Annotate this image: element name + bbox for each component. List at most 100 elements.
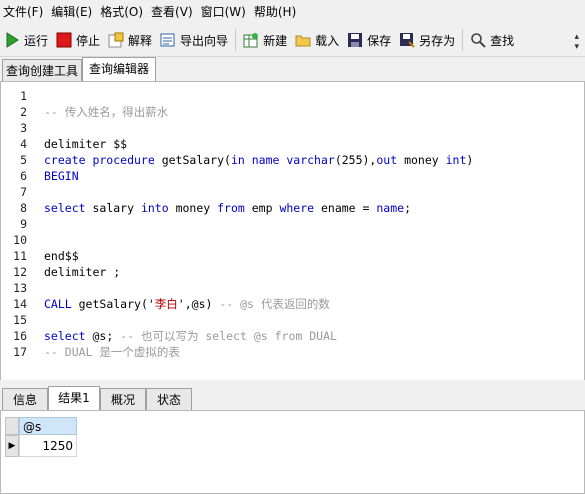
export-wizard-label: 导出向导 [180, 33, 229, 48]
code-text: emp [244, 201, 280, 215]
code-line: CALL getSalary('李白',@s) -- @s 代表返回的数 [44, 296, 473, 312]
line-number: 15 [13, 313, 27, 327]
play-icon [4, 32, 20, 48]
code-text: end$$ [44, 249, 79, 263]
line-number: 4 [20, 137, 27, 151]
line-number: 3 [20, 121, 27, 135]
code-line: BEGIN [44, 168, 473, 184]
keyword: select [44, 201, 86, 215]
result-grid[interactable]: @s ▶ 1250 [0, 410, 585, 494]
tab-status[interactable]: 状态 [146, 388, 192, 411]
tab-info[interactable]: 信息 [2, 388, 48, 411]
code-text: money [397, 153, 446, 167]
folder-icon [295, 32, 311, 48]
code-line: select @s; -- 也可以写为 select @s from DUAL [44, 328, 473, 344]
menu-help[interactable]: 帮助(H) [251, 0, 301, 24]
toolbar-overflow-chevron-icon[interactable]: ▴ ▾ [574, 32, 579, 52]
keyword: into [140, 201, 169, 215]
line-number: 8 [20, 201, 27, 215]
code-text: money [168, 201, 218, 215]
save-as-label: 另存为 [419, 33, 456, 48]
save-button[interactable]: 保存 [343, 26, 395, 54]
code-text: getSalary(' [71, 297, 155, 311]
line-number: 16 [13, 329, 27, 343]
code-line: end$$ [44, 248, 473, 264]
export-icon [160, 32, 176, 48]
export-wizard-button[interactable]: 导出向导 [156, 26, 232, 54]
run-button[interactable]: 运行 [0, 26, 52, 54]
line-number: 6 [20, 169, 27, 183]
new-table-icon [243, 32, 259, 48]
keyword: int [445, 153, 467, 167]
line-number: 1 [20, 89, 27, 103]
stop-button[interactable]: 停止 [52, 26, 104, 54]
stop-label: 停止 [76, 33, 101, 48]
menu-edit[interactable]: 编辑(E) [48, 0, 97, 24]
menu-view[interactable]: 查看(V) [148, 0, 198, 24]
save-icon [347, 32, 363, 48]
code-text: ename = [314, 201, 377, 215]
line-number: 17 [13, 345, 27, 359]
explain-button[interactable]: 解释 [104, 26, 156, 54]
keyword: create procedure [44, 153, 155, 167]
code-text: delimiter $$ [44, 137, 128, 151]
keyword: in name varchar [230, 153, 335, 167]
result-cell[interactable]: 1250 [19, 435, 77, 457]
keyword: BEGIN [44, 169, 79, 183]
save-label: 保存 [367, 33, 392, 48]
load-button[interactable]: 载入 [291, 26, 343, 54]
save-as-button[interactable]: 另存为 [395, 26, 459, 54]
tab-query-editor[interactable]: 查询编辑器 [82, 57, 156, 82]
code-line: -- DUAL 是一个虚拟的表 [44, 344, 473, 360]
comment-text: -- 也可以写为 select @s from DUAL [120, 329, 337, 343]
grid-corner [5, 417, 19, 435]
menu-format[interactable]: 格式(O) [97, 0, 148, 24]
menu-window[interactable]: 窗口(W) [198, 0, 251, 24]
column-header[interactable]: @s [19, 417, 77, 435]
stop-icon [56, 32, 72, 48]
code-text: getSalary( [154, 153, 231, 167]
code-text: delimiter ; [44, 265, 121, 279]
sql-editor[interactable]: 1 2 3 4 5 6 7 8 9 10 11 12 13 14 15 16 1… [0, 81, 585, 381]
load-label: 载入 [315, 33, 340, 48]
new-label: 新建 [263, 33, 288, 48]
code-line: create procedure getSalary(in name varch… [44, 152, 473, 168]
line-number: 13 [13, 281, 27, 295]
line-number: 2 [20, 105, 27, 119]
keyword: from [217, 201, 245, 215]
explain-label: 解释 [128, 33, 153, 48]
toolbar-separator [235, 29, 237, 51]
code-text: (255), [334, 153, 377, 167]
line-number: 12 [13, 265, 27, 279]
tab-query-builder[interactable]: 查询创建工具 [2, 59, 82, 82]
tab-result1[interactable]: 结果1 [48, 386, 100, 411]
save-as-icon [399, 32, 415, 48]
comment-text: -- 传入姓名，得出薪水 [44, 105, 169, 119]
code-text: @s; [85, 329, 121, 343]
line-number: 7 [20, 185, 27, 199]
toolbar-separator [462, 29, 464, 51]
keyword: CALL [44, 297, 72, 311]
code-line: select salary into money from emp where … [44, 200, 473, 216]
row-indicator[interactable]: ▶ [5, 435, 19, 457]
line-number: 14 [13, 297, 27, 311]
line-number: 10 [13, 233, 27, 247]
find-button[interactable]: 查找 [466, 26, 518, 54]
code-text: ',@s) [177, 297, 220, 311]
menu-file[interactable]: 文件(F) [0, 0, 48, 24]
tab-overview[interactable]: 概况 [100, 388, 146, 411]
line-number: 11 [13, 249, 27, 263]
keyword: where [279, 201, 315, 215]
new-button[interactable]: 新建 [239, 26, 291, 54]
keyword: out [376, 153, 398, 167]
comment-text: -- DUAL 是一个虚拟的表 [44, 345, 180, 359]
keyword: select [44, 329, 86, 343]
result-tabs: 信息 结果1 概况 状态 [0, 386, 585, 411]
code-area[interactable]: -- 传入姓名，得出薪水 delimiter $$ create procedu… [44, 88, 473, 360]
